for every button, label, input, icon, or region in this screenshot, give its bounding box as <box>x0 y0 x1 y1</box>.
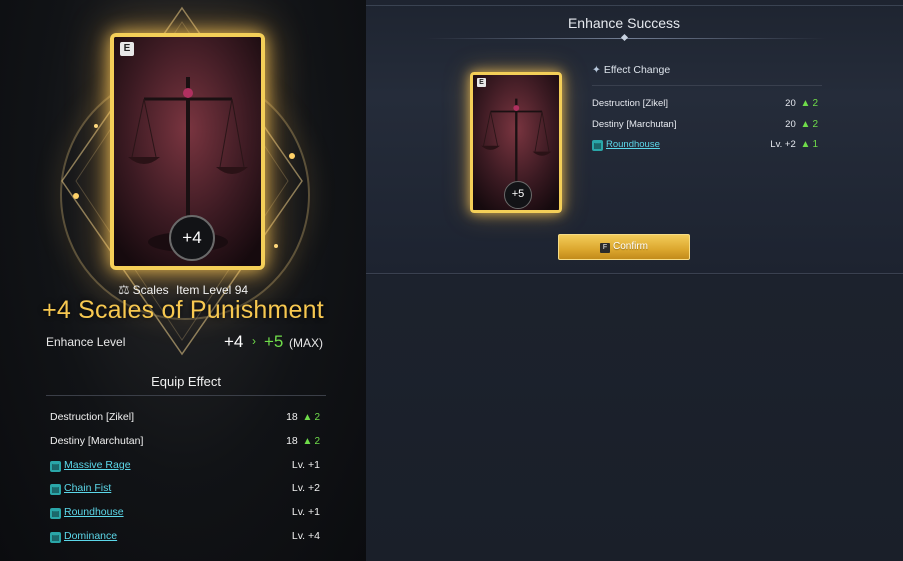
effect-row: Destruction [Zikel] 20 ▲ 2 <box>592 97 818 118</box>
equip-effect-list: Destruction [Zikel] 18 ▲ 2 Destiny [March… <box>50 410 320 553</box>
stat-row: Destruction [Zikel] 18 ▲ 2 <box>50 410 320 434</box>
effect-up: 2 <box>812 118 818 130</box>
skill-book-icon: ▤ <box>592 140 603 151</box>
effect-change-header: ✦ Effect Change <box>592 64 822 86</box>
enhance-badge: +5 <box>504 181 532 209</box>
effect-up: 2 <box>812 98 818 109</box>
grade-badge: E <box>120 42 134 56</box>
skill-link-roundhouse[interactable]: Roundhouse <box>606 139 660 150</box>
divider <box>366 5 903 6</box>
stat-row: Destiny [Marchutan] 18 ▲ 2 <box>50 434 320 458</box>
spark-icon: ✦ <box>592 64 601 76</box>
dialog-title: Enhance Success <box>567 15 681 31</box>
item-level-label: Item Level <box>175 283 232 297</box>
key-hint-f: F <box>599 243 610 253</box>
skill-book-icon: ▤ <box>50 484 61 496</box>
skill-row: ▤ Roundhouse Lv. +1 <box>50 505 320 529</box>
effect-change-list: Destruction [Zikel] 20 ▲ 2 Destiny [March… <box>592 97 818 159</box>
stat-value: 18 <box>286 411 298 423</box>
skill-link-roundhouse[interactable]: Roundhouse <box>64 506 124 518</box>
stat-name: Destiny [Marchutan] <box>50 434 144 447</box>
item-title: +4 Scales of Punishment <box>42 296 324 324</box>
stat-name: Destruction [Zikel] <box>50 411 135 423</box>
enhance-to: +5 <box>264 332 284 351</box>
skill-value: Lv. +2 <box>291 482 320 495</box>
enhance-level-label: Enhance Level <box>46 335 126 349</box>
effect-change-label: Effect Change <box>603 64 671 76</box>
background-area <box>366 275 903 561</box>
item-detail-panel: E +4 ⚖ Scales Item Level 94 +4 Scales of … <box>0 0 366 561</box>
up-arrow-icon: ▲ <box>797 139 811 150</box>
up-arrow-icon: ▲ <box>299 412 313 423</box>
effect-value: 20 <box>785 98 796 109</box>
item-level-value: 94 <box>234 283 249 297</box>
confirm-label: Confirm <box>612 241 648 252</box>
effect-row: ▤ Roundhouse Lv. +2 ▲ 1 <box>592 138 818 159</box>
stat-value: 18 <box>286 434 298 447</box>
item-type: Scales <box>132 283 169 297</box>
skill-row: ▤ Massive Rage Lv. +1 <box>50 458 320 482</box>
enhance-max-tag: (MAX) <box>289 336 323 350</box>
up-arrow-icon: ▲ <box>797 98 811 109</box>
up-arrow-icon: ▲ <box>299 435 313 447</box>
equip-effect-header: Equip Effect <box>46 374 326 396</box>
skill-book-icon: ▤ <box>50 460 61 472</box>
stat-up: 2 <box>314 435 320 447</box>
stat-up: 2 <box>314 412 320 423</box>
enhance-from: +4 <box>224 332 244 351</box>
enhance-badge: +4 <box>169 215 215 261</box>
confirm-button[interactable]: F Confirm <box>558 234 690 260</box>
effect-value: 20 <box>785 118 796 130</box>
skill-row: ▤ Dominance Lv. +4 <box>50 529 320 553</box>
diamond-ornament-icon <box>620 33 629 42</box>
enhance-level-row: Enhance Level +4 › +5 (MAX) <box>46 332 326 352</box>
skill-value: Lv. +1 <box>291 506 320 519</box>
chevron-right-icon: › <box>252 334 256 348</box>
effect-value: Lv. +2 <box>770 139 796 150</box>
skill-link-dominance[interactable]: Dominance <box>64 530 117 542</box>
result-item-card[interactable]: E +5 <box>470 72 562 213</box>
skill-value: Lv. +1 <box>291 458 320 471</box>
skill-link-massive-rage[interactable]: Massive Rage <box>64 459 131 471</box>
enhance-success-dialog: Enhance Success E +5 ✦ Effect Change Des… <box>366 0 903 274</box>
up-arrow-icon: ▲ <box>797 118 811 130</box>
effect-up: 1 <box>812 139 818 150</box>
skill-link-chain-fist[interactable]: Chain Fist <box>64 482 111 494</box>
effect-name: Destiny [Marchutan] <box>592 118 677 130</box>
effect-name: Destruction [Zikel] <box>592 98 669 109</box>
item-card[interactable]: E +4 <box>110 33 265 270</box>
skill-book-icon: ▤ <box>50 508 61 520</box>
skill-row: ▤ Chain Fist Lv. +2 <box>50 481 320 505</box>
grade-badge: E <box>477 78 486 87</box>
skill-book-icon: ▤ <box>50 531 61 543</box>
skill-value: Lv. +4 <box>291 529 320 542</box>
effect-row: Destiny [Marchutan] 20 ▲ 2 <box>592 118 818 139</box>
